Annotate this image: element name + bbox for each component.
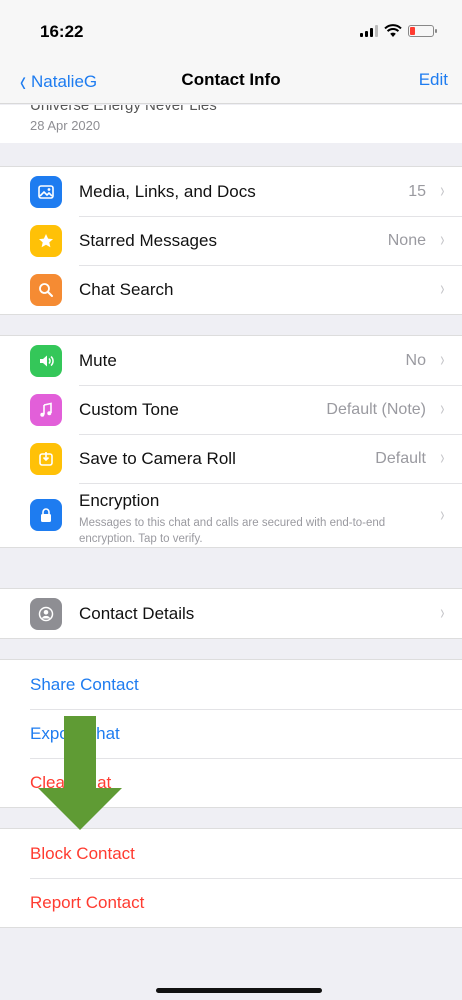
battery-icon	[408, 25, 437, 37]
home-indicator	[156, 988, 322, 993]
row-label: Mute	[79, 350, 117, 370]
about-date: 28 Apr 2020	[30, 118, 101, 133]
encryption-subtitle: Messages to this chat and calls are secu…	[79, 517, 386, 545]
share-contact-button[interactable]: Share Contact	[0, 660, 462, 709]
media-links-docs-row[interactable]: Media, Links, and Docs 15 ›	[0, 167, 462, 216]
danger-group: Block Contact Report Contact	[0, 828, 462, 928]
row-label: Chat Search	[79, 279, 174, 299]
chevron-right-icon: ›	[440, 398, 445, 420]
chevron-right-icon: ›	[440, 278, 445, 300]
chevron-right-icon: ›	[440, 349, 445, 371]
custom-tone-row[interactable]: Custom Tone Default (Note) ›	[0, 385, 462, 434]
person-icon	[30, 597, 62, 630]
row-label: Save to Camera Roll	[79, 448, 236, 468]
row-value: No	[405, 351, 426, 369]
block-contact-button[interactable]: Block Contact	[0, 829, 462, 878]
arrow-down-icon	[38, 716, 122, 830]
row-value: 15	[408, 182, 426, 200]
contact-details-group: Contact Details ›	[0, 588, 462, 639]
lock-icon	[30, 499, 62, 531]
speaker-icon	[30, 344, 62, 377]
chevron-right-icon: ›	[440, 180, 445, 202]
about-text: Universe Energy Never Lies	[30, 105, 217, 114]
wifi-icon	[384, 24, 402, 37]
page-title: Contact Info	[181, 70, 281, 89]
status-bar: 16:22	[0, 0, 462, 60]
image-icon	[30, 175, 62, 208]
media-group: Media, Links, and Docs 15 › Starred Mess…	[0, 166, 462, 315]
row-value: Default	[375, 449, 426, 467]
starred-messages-row[interactable]: Starred Messages None ›	[0, 216, 462, 265]
report-contact-button[interactable]: Report Contact	[0, 878, 462, 927]
action-label: Block Contact	[30, 843, 135, 863]
signal-icon	[360, 25, 378, 37]
chevron-right-icon: ›	[440, 503, 445, 526]
star-icon	[30, 224, 62, 257]
row-label: Contact Details	[79, 603, 195, 623]
chevron-right-icon: ›	[440, 447, 445, 469]
music-note-icon	[30, 393, 62, 426]
chat-search-row[interactable]: Chat Search ›	[0, 265, 462, 314]
save-to-camera-roll-row[interactable]: Save to Camera Roll Default ›	[0, 434, 462, 483]
encryption-title: Encryption	[79, 491, 160, 510]
row-label: Starred Messages	[79, 230, 217, 250]
settings-group: Mute No › Custom Tone Default (Note) › S…	[0, 335, 462, 548]
save-icon	[30, 442, 62, 475]
about-section: Universe Energy Never Lies 28 Apr 2020	[0, 105, 462, 143]
chevron-right-icon: ›	[440, 602, 445, 624]
search-icon	[30, 273, 62, 306]
mute-row[interactable]: Mute No ›	[0, 336, 462, 385]
action-label: Report Contact	[30, 892, 145, 912]
row-label: Media, Links, and Docs	[79, 181, 256, 201]
chevron-right-icon: ›	[440, 229, 445, 251]
status-time: 16:22	[40, 22, 84, 41]
nav-bar: ‹ NatalieG Contact Info Edit	[0, 60, 462, 104]
action-label: Share Contact	[30, 674, 139, 694]
encryption-row[interactable]: Encryption Messages to this chat and cal…	[0, 483, 462, 547]
row-value: Default (Note)	[326, 400, 426, 418]
status-icons	[360, 24, 437, 38]
row-value: None	[387, 231, 426, 249]
edit-button[interactable]: Edit	[419, 70, 448, 90]
row-label: Custom Tone	[79, 399, 179, 419]
contact-details-row[interactable]: Contact Details ›	[0, 589, 462, 638]
